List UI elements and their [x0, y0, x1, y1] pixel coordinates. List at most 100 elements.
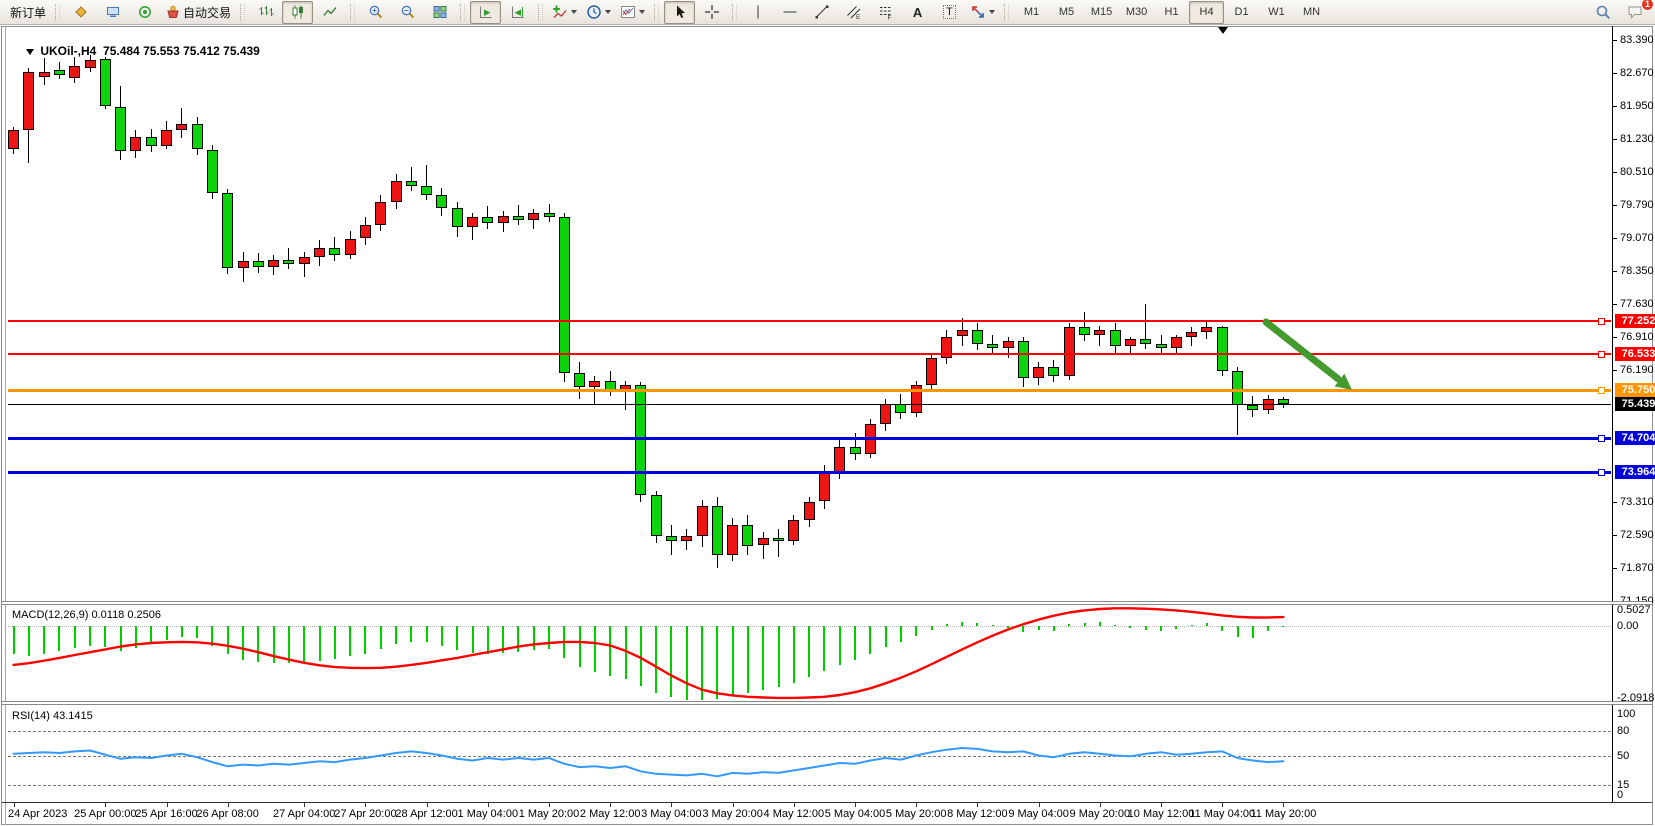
navigator-button[interactable] — [129, 1, 160, 24]
candle-up — [130, 137, 141, 152]
line-handle[interactable] — [1598, 387, 1605, 394]
macd-histogram-bar — [640, 626, 642, 686]
candle-down — [1217, 327, 1228, 371]
timeframe-button-h1[interactable]: H1 — [1154, 1, 1189, 24]
timeframe-button-mn[interactable]: MN — [1294, 1, 1329, 24]
toolbar-separator — [1004, 4, 1009, 21]
time-label: 4 May 12:00 — [764, 808, 825, 820]
line-handle[interactable] — [1598, 469, 1605, 476]
price-tag: 73.964 — [1615, 465, 1655, 479]
timeframe-button-w1[interactable]: W1 — [1259, 1, 1294, 24]
price-tick — [1612, 304, 1617, 305]
crosshair-button[interactable] — [696, 1, 727, 24]
pane-separator[interactable] — [2, 701, 1652, 705]
horizontal-line-object[interactable] — [8, 353, 1611, 355]
zoom-in-button[interactable] — [360, 1, 391, 24]
timeframe-button-m15[interactable]: M15 — [1084, 1, 1119, 24]
macd-histogram-bar — [319, 626, 321, 661]
line-chart-icon — [322, 4, 338, 20]
arrow-objects-button[interactable] — [966, 1, 999, 24]
line-handle[interactable] — [1598, 351, 1605, 358]
candle-up — [314, 248, 325, 257]
macd-histogram-bar — [1175, 626, 1177, 629]
price-tag: 75.439 — [1615, 397, 1655, 411]
rsi-scale-label: 80 — [1617, 725, 1629, 737]
horizontal-line-object[interactable] — [8, 437, 1611, 440]
candle-up — [1171, 337, 1182, 349]
time-label: 25 Apr 16:00 — [135, 808, 197, 820]
candle-down — [712, 506, 723, 555]
horizontal-line-button[interactable] — [774, 1, 805, 24]
candle-down — [635, 385, 646, 495]
macd-histogram-bar — [594, 626, 596, 672]
macd-histogram-bar — [273, 626, 275, 663]
line-handle[interactable] — [1598, 435, 1605, 442]
candle-down — [1079, 327, 1090, 334]
price-axis-line[interactable] — [1612, 26, 1613, 803]
candle-down — [773, 538, 784, 541]
chart-shift-button[interactable] — [502, 1, 533, 24]
candle-down — [651, 495, 662, 536]
search-button[interactable] — [1588, 1, 1619, 24]
vertical-line-button[interactable] — [742, 1, 773, 24]
new-order-button[interactable]: 新订单 — [4, 1, 50, 24]
rsi-pane[interactable] — [8, 705, 1611, 802]
macd-histogram-bar — [349, 626, 351, 656]
text-label-button[interactable]: T — [934, 1, 965, 24]
rsi-header: RSI(14) 43.1415 — [12, 710, 93, 722]
macd-histogram-bar — [839, 626, 841, 665]
fibonacci-button[interactable]: F — [870, 1, 901, 24]
indicators-button[interactable] — [548, 1, 581, 24]
macd-histogram-bar — [104, 626, 106, 647]
candle-up — [727, 525, 738, 555]
horizontal-line-object[interactable] — [8, 320, 1611, 322]
candlestick-chart-button[interactable] — [282, 1, 313, 24]
cursor-button[interactable] — [664, 1, 695, 24]
timeframe-button-m5[interactable]: M5 — [1049, 1, 1084, 24]
macd-histogram-bar — [1252, 626, 1254, 638]
collapse-arrow-icon[interactable] — [26, 49, 34, 55]
chart-shift-marker[interactable] — [1218, 27, 1228, 34]
new-order-label: 新订单 — [10, 4, 46, 21]
horizontal-line-object[interactable] — [8, 389, 1611, 392]
text-button[interactable]: A — [902, 1, 933, 24]
macd-histogram-bar — [1114, 625, 1116, 626]
candle-down — [544, 213, 555, 218]
bar-chart-button[interactable] — [250, 1, 281, 24]
timeframe-button-d1[interactable]: D1 — [1224, 1, 1259, 24]
notifications-button[interactable]: 1 — [1620, 1, 1651, 24]
candle-up — [238, 261, 249, 267]
indicators-plus-icon — [552, 4, 568, 20]
equidistant-channel-button[interactable]: E — [838, 1, 869, 24]
candle-down — [421, 186, 432, 195]
zoom-out-button[interactable] — [392, 1, 423, 24]
horizontal-line-object[interactable] — [8, 471, 1611, 474]
line-chart-button[interactable] — [314, 1, 345, 24]
market-watch-button[interactable] — [65, 1, 96, 24]
line-handle[interactable] — [1598, 318, 1605, 325]
timeframe-button-h4[interactable]: H4 — [1189, 1, 1224, 24]
macd-histogram-bar — [716, 626, 718, 699]
pane-separator[interactable] — [2, 601, 1652, 605]
tile-windows-button[interactable] — [424, 1, 455, 24]
horizontal-line-object[interactable] — [8, 404, 1611, 405]
trendline-button[interactable] — [806, 1, 837, 24]
time-tick — [1039, 803, 1040, 807]
macd-histogram-bar — [808, 626, 810, 677]
auto-trading-button[interactable]: 自动交易 — [161, 1, 235, 24]
time-axis-line[interactable] — [2, 802, 1652, 803]
macd-histogram-bar — [915, 626, 917, 636]
data-window-button[interactable] — [97, 1, 128, 24]
price-tick — [1612, 106, 1617, 107]
macd-histogram-bar — [1221, 626, 1223, 631]
time-label: 11 May 20:00 — [1250, 808, 1316, 820]
rsi-level-line — [8, 731, 1611, 732]
auto-scroll-icon — [478, 4, 494, 20]
toolbar: 新订单 自动交易 — [0, 0, 1655, 25]
timeframe-button-m1[interactable]: M1 — [1014, 1, 1049, 24]
timeframe-button-m30[interactable]: M30 — [1119, 1, 1154, 24]
templates-button[interactable] — [616, 1, 649, 24]
periods-button[interactable] — [582, 1, 615, 24]
auto-scroll-button[interactable] — [470, 1, 501, 24]
macd-histogram-bar — [976, 623, 978, 627]
